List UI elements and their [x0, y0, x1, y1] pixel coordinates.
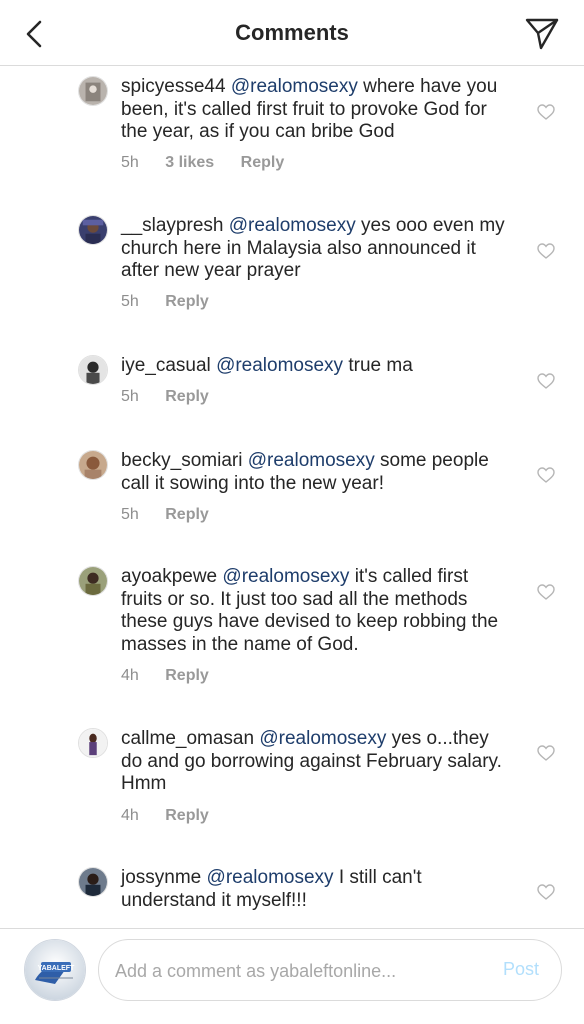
reply-button[interactable]: Reply: [165, 388, 209, 405]
comment-username[interactable]: becky_somiari: [121, 450, 242, 471]
comment-username[interactable]: jossynme: [121, 867, 201, 888]
post-button[interactable]: Post: [503, 959, 539, 980]
comment-mention[interactable]: @realomosexy: [222, 566, 349, 587]
comment-time: 5h: [121, 293, 139, 310]
comment-meta: 4h Reply: [121, 667, 231, 685]
paper-plane-icon[interactable]: [524, 16, 560, 52]
heart-outline-icon[interactable]: [537, 104, 555, 120]
comment-meta: 4h Reply: [121, 807, 231, 825]
comment-meta: 5h Reply: [121, 293, 231, 311]
comment-username[interactable]: ayoakpewe: [121, 566, 217, 587]
comment-mention[interactable]: @realomosexy: [229, 215, 356, 236]
comment-time: 5h: [121, 388, 139, 405]
avatar-logo-text: YABALEFT: [38, 965, 75, 972]
comment-meta: 5h 3 likes Reply: [121, 154, 306, 172]
comment-message: true ma: [348, 355, 413, 376]
avatar[interactable]: [78, 728, 108, 758]
heart-outline-icon[interactable]: [537, 467, 555, 483]
avatar[interactable]: [78, 566, 108, 596]
self-avatar: YABALEFT: [24, 939, 86, 1001]
comment-likes[interactable]: 3 likes: [165, 154, 214, 171]
avatar[interactable]: [78, 450, 108, 480]
avatar[interactable]: [78, 355, 108, 385]
heart-outline-icon[interactable]: [537, 745, 555, 761]
reply-button[interactable]: Reply: [165, 667, 209, 684]
comment-mention[interactable]: @realomosexy: [216, 355, 343, 376]
comment-text: spicyesse44 @realomosexy where have you …: [121, 76, 511, 144]
comment-username[interactable]: callme_omasan: [121, 728, 254, 749]
comment-input[interactable]: [115, 958, 475, 984]
heart-outline-icon[interactable]: [537, 584, 555, 600]
heart-outline-icon[interactable]: [537, 373, 555, 389]
comment-time: 5h: [121, 506, 139, 523]
comment-time: 4h: [121, 667, 139, 684]
comment-username[interactable]: iye_casual: [121, 355, 211, 376]
comment-text: __slaypresh @realomosexy yes ooo even my…: [121, 215, 511, 283]
avatar[interactable]: [78, 215, 108, 245]
comment-text: becky_somiari @realomosexy some people c…: [121, 450, 511, 495]
avatar[interactable]: [78, 76, 108, 106]
comment-mention[interactable]: @realomosexy: [231, 76, 358, 97]
heart-outline-icon[interactable]: [537, 884, 555, 900]
comment-text: callme_omasan @realomosexy yes o...they …: [121, 728, 511, 796]
comment-meta: 5h Reply: [121, 506, 231, 524]
comment-time: 5h: [121, 154, 139, 171]
comment-text: jossynme @realomosexy I still can't unde…: [121, 867, 511, 912]
comment-mention[interactable]: @realomosexy: [207, 867, 334, 888]
comment-mention[interactable]: @realomosexy: [248, 450, 375, 471]
comment-text: ayoakpewe @realomosexy it's called first…: [121, 566, 511, 656]
comment-mention[interactable]: @realomosexy: [259, 728, 386, 749]
heart-outline-icon[interactable]: [537, 243, 555, 259]
reply-button[interactable]: Reply: [241, 154, 285, 171]
comment-text: iye_casual @realomosexy true ma: [121, 355, 511, 378]
page-title: Comments: [235, 20, 349, 45]
reply-button[interactable]: Reply: [165, 293, 209, 310]
comments-list[interactable]: spicyesse44 @realomosexy where have you …: [0, 66, 584, 928]
comment-username[interactable]: spicyesse44: [121, 76, 226, 97]
reply-button[interactable]: Reply: [165, 506, 209, 523]
reply-button[interactable]: Reply: [165, 807, 209, 824]
comment-time: 4h: [121, 807, 139, 824]
comment-input-container[interactable]: Post: [98, 939, 562, 1001]
avatar[interactable]: [78, 867, 108, 897]
comment-meta: 5h Reply: [121, 388, 231, 406]
comment-username[interactable]: __slaypresh: [121, 215, 223, 236]
header-bar: Comments: [0, 0, 584, 66]
comment-composer: YABALEFT Post: [0, 928, 584, 1024]
